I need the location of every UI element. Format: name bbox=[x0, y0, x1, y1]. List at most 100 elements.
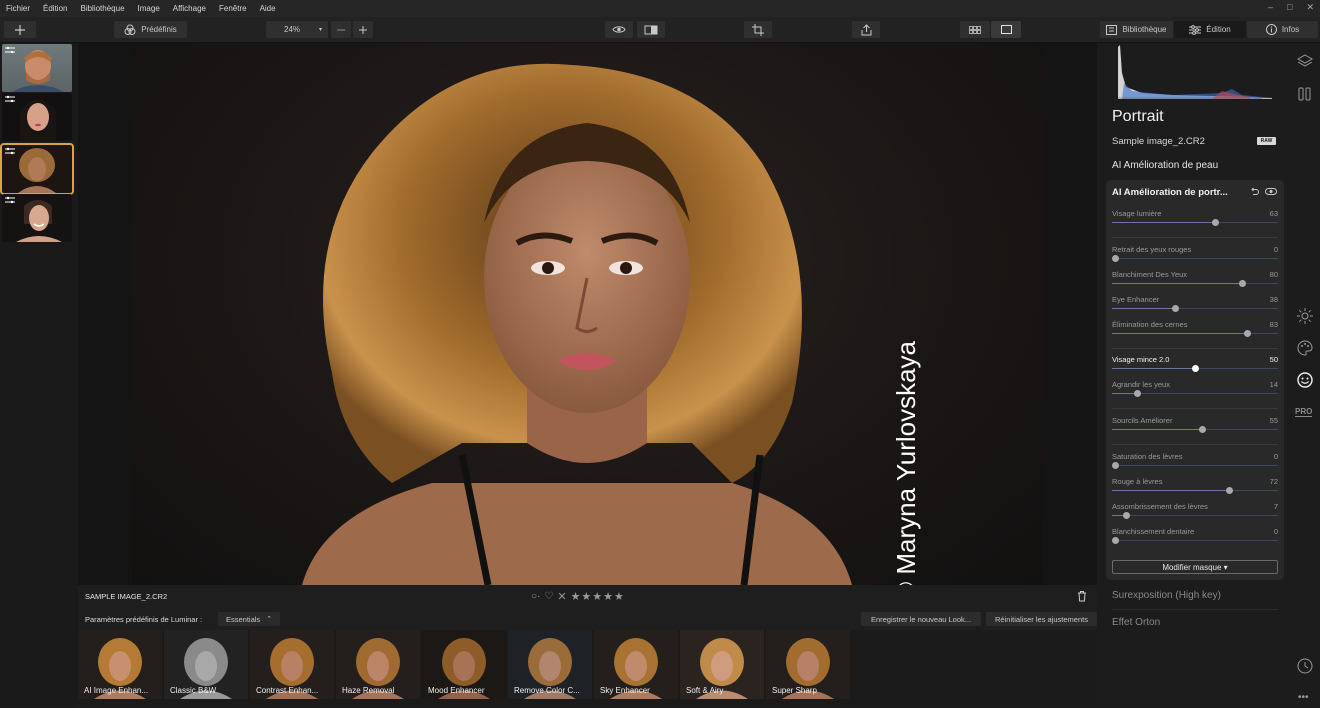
menu-affichage[interactable]: Affichage bbox=[173, 4, 206, 13]
pro-badge[interactable]: PRO bbox=[1295, 407, 1313, 417]
slider-saturation-levres[interactable]: Saturation des lèvres 0 bbox=[1112, 452, 1278, 476]
tab-info[interactable]: Infos bbox=[1247, 21, 1318, 38]
color-label-icon[interactable]: ○· bbox=[531, 591, 540, 602]
thumb-woman-portrait-smile[interactable] bbox=[2, 194, 72, 242]
skin-enhancer-section[interactable]: AI Amélioration de peau bbox=[1112, 160, 1218, 171]
slider-sourcils[interactable]: Sourcils Améliorer 55 bbox=[1112, 416, 1278, 440]
trash-icon[interactable] bbox=[1077, 590, 1087, 602]
slider-label: Visage mince 2.0 bbox=[1112, 355, 1170, 364]
menu-aide[interactable]: Aide bbox=[260, 4, 276, 13]
preset-tile[interactable]: Classic B&W bbox=[164, 630, 248, 699]
menu-fenetre[interactable]: Fenêtre bbox=[219, 4, 247, 13]
slider-blanchiment-yeux[interactable]: Blanchiment Des Yeux 80 bbox=[1112, 270, 1278, 294]
file-name: SAMPLE IMAGE_2.CR2 bbox=[85, 592, 168, 601]
preset-label: Contrast Enhan... bbox=[256, 686, 319, 695]
sun-icon[interactable] bbox=[1297, 308, 1313, 324]
share-button[interactable] bbox=[852, 21, 880, 38]
preset-tile[interactable]: Haze Removal bbox=[336, 630, 420, 699]
menu-bibliotheque[interactable]: Bibliothèque bbox=[80, 4, 124, 13]
layers-icon[interactable] bbox=[1297, 53, 1313, 69]
edit-mask-button[interactable]: Modifier masque ▾ bbox=[1112, 560, 1278, 574]
presets-button[interactable]: Prédéfinis bbox=[114, 21, 187, 38]
slider-knob[interactable] bbox=[1244, 330, 1251, 337]
preset-label: Mood Enhancer bbox=[428, 686, 485, 695]
slider-visage-lumiere[interactable]: Visage lumière 63 bbox=[1112, 209, 1278, 233]
slider-knob[interactable] bbox=[1112, 537, 1119, 544]
zoom-out-button[interactable] bbox=[331, 21, 351, 38]
save-look-button[interactable]: Enregistrer le nouveau Look... bbox=[861, 612, 981, 626]
slider-knob[interactable] bbox=[1226, 487, 1233, 494]
slider-blanchissement-dentaire[interactable]: Blanchissement dentaire 0 bbox=[1112, 527, 1278, 551]
preset-tile[interactable]: Mood Enhancer bbox=[422, 630, 506, 699]
slider-value: 14 bbox=[1269, 380, 1278, 389]
slider-retrait-yeux-rouges[interactable]: Retrait des yeux rouges 0 bbox=[1112, 245, 1278, 269]
reset-adjustments-button[interactable]: Réinitialiser les ajustements bbox=[986, 612, 1097, 626]
preset-category-select[interactable]: Essentials ⌃ bbox=[218, 612, 281, 626]
slider-knob[interactable] bbox=[1212, 219, 1219, 226]
grid-view-button[interactable] bbox=[960, 21, 990, 38]
preset-tile[interactable]: Contrast Enhan... bbox=[250, 630, 334, 699]
slider-knob[interactable] bbox=[1199, 426, 1206, 433]
slider-elimination-cernes[interactable]: Élimination des cernes 83 bbox=[1112, 320, 1278, 344]
slider-visage-mince[interactable]: Visage mince 2.0 50 bbox=[1112, 355, 1278, 379]
thumb-woman-portrait-1[interactable] bbox=[2, 93, 72, 141]
zoom-value: 24% bbox=[284, 25, 301, 34]
undo-icon[interactable] bbox=[1250, 187, 1259, 196]
slider-knob[interactable] bbox=[1123, 512, 1130, 519]
preset-tile[interactable]: Remove Color C... bbox=[508, 630, 592, 699]
slider-knob[interactable] bbox=[1172, 305, 1179, 312]
slider-assombrissement-levres[interactable]: Assombrissement des lèvres 7 bbox=[1112, 502, 1278, 526]
history-icon[interactable] bbox=[1297, 658, 1313, 674]
preset-category-value: Essentials bbox=[226, 614, 261, 624]
menu-edition[interactable]: Édition bbox=[43, 4, 67, 13]
tab-edit[interactable]: Édition bbox=[1174, 21, 1246, 38]
maximize-button[interactable]: □ bbox=[1287, 2, 1292, 13]
slider-agrandir-yeux[interactable]: Agrandir les yeux 14 bbox=[1112, 380, 1278, 404]
histogram bbox=[1112, 43, 1278, 99]
compare-button[interactable] bbox=[637, 21, 665, 38]
preview-toggle[interactable] bbox=[605, 21, 633, 38]
slider-knob[interactable] bbox=[1134, 390, 1141, 397]
slider-knob[interactable] bbox=[1112, 255, 1119, 262]
face-icon[interactable] bbox=[1297, 372, 1313, 388]
minimize-button[interactable]: – bbox=[1268, 2, 1273, 13]
orton-effect-section[interactable]: Effet Orton bbox=[1112, 617, 1160, 628]
divider bbox=[1112, 609, 1278, 610]
preset-tile[interactable]: Soft & Airy bbox=[680, 630, 764, 699]
slider-rouge-levres[interactable]: Rouge à lèvres 72 bbox=[1112, 477, 1278, 501]
single-view-button[interactable] bbox=[991, 21, 1021, 38]
image-canvas[interactable]: © Maryna Yurlovskaya bbox=[78, 43, 1097, 601]
slider-knob[interactable] bbox=[1112, 462, 1119, 469]
preset-label: Haze Removal bbox=[342, 686, 395, 695]
menu-fichier[interactable]: Fichier bbox=[6, 4, 30, 13]
zoom-in-button[interactable] bbox=[353, 21, 373, 38]
palette-icon[interactable] bbox=[1297, 340, 1313, 356]
high-key-section[interactable]: Surexposition (High key) bbox=[1112, 590, 1221, 601]
card-title[interactable]: AI Amélioration de portr... bbox=[1112, 187, 1228, 198]
preset-tile[interactable]: Sky Enhancer bbox=[594, 630, 678, 699]
star-rating[interactable]: ★★★★★ bbox=[571, 590, 625, 603]
image-name: Sample image_2.CR2 bbox=[1112, 136, 1205, 147]
slider-knob[interactable] bbox=[1239, 280, 1246, 287]
crop-button[interactable] bbox=[744, 21, 772, 38]
eye-icon[interactable] bbox=[1265, 187, 1277, 196]
menu-image[interactable]: Image bbox=[138, 4, 160, 13]
slider-eye-enhancer[interactable]: Eye Enhancer 38 bbox=[1112, 295, 1278, 319]
reject-icon[interactable]: ✕ bbox=[557, 590, 566, 603]
slider-knob[interactable] bbox=[1192, 365, 1199, 372]
preset-tile[interactable]: AI Image Enhan... bbox=[78, 630, 162, 699]
slider-label: Blanchiment Des Yeux bbox=[1112, 270, 1188, 279]
thumb-woman-portrait-curly[interactable] bbox=[0, 143, 74, 195]
slider-value: 63 bbox=[1269, 209, 1278, 218]
more-icon[interactable]: ••• bbox=[1298, 692, 1309, 703]
canvas-tools-icon[interactable] bbox=[1297, 86, 1313, 102]
zoom-select[interactable]: 24% ▾ bbox=[266, 21, 328, 38]
slider-track bbox=[1112, 540, 1278, 541]
slider-value: 38 bbox=[1269, 295, 1278, 304]
thumb-man-portrait[interactable] bbox=[2, 44, 72, 92]
close-button[interactable]: ✕ bbox=[1306, 2, 1314, 13]
preset-tile[interactable]: Super Sharp bbox=[766, 630, 850, 699]
add-button[interactable] bbox=[4, 21, 36, 38]
tab-library[interactable]: Bibliothèque bbox=[1100, 21, 1173, 38]
heart-icon[interactable]: ♡ bbox=[544, 591, 553, 602]
